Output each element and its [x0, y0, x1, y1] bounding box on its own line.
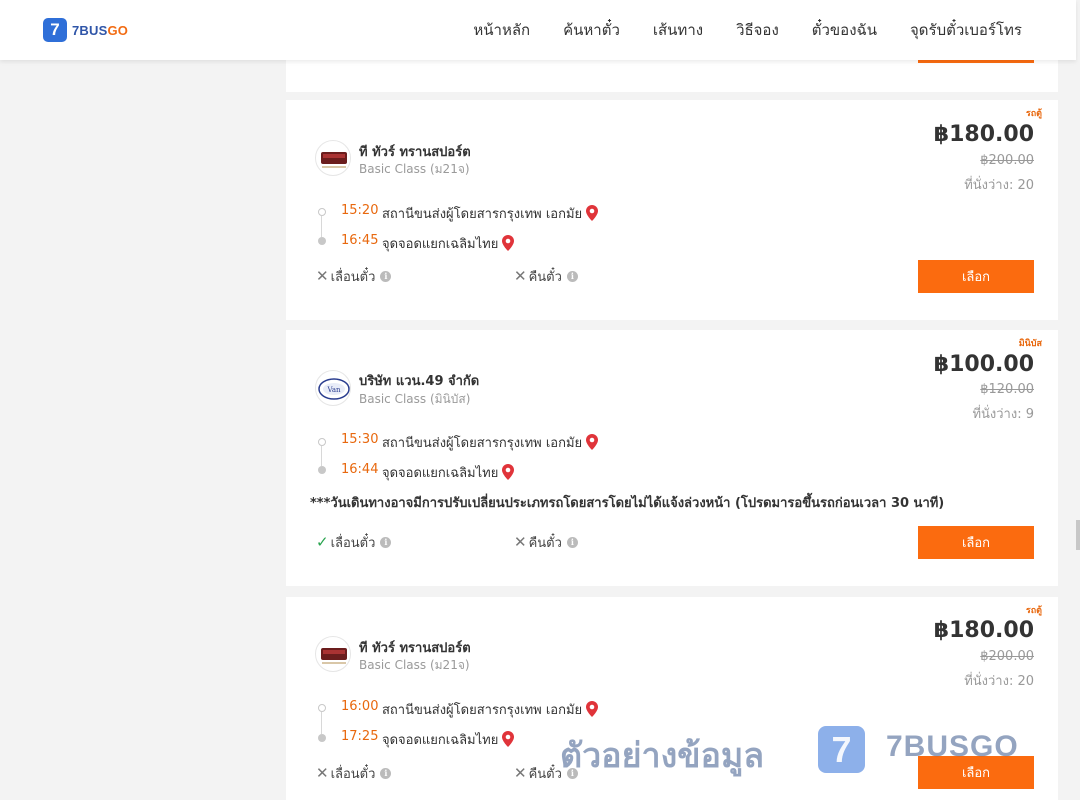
info-icon[interactable]: i [380, 768, 392, 779]
arrival-time: 16:45 [341, 233, 379, 248]
nav-routes[interactable]: เส้นทาง [653, 18, 703, 42]
map-pin-icon[interactable] [586, 205, 599, 221]
logo-mark: 7 [43, 18, 67, 42]
operator-name: บริษัท แวน.49 จำกัด [359, 374, 480, 389]
info-icon[interactable]: i [380, 537, 392, 548]
trip-card: มินิบัส Van บริษัท แวน.49 จำกัด Basic Cl… [286, 330, 1058, 586]
cross-icon: ✕ [514, 533, 527, 551]
operator-class: Basic Class (มินิบัส) [359, 392, 471, 406]
cross-icon: ✕ [316, 764, 329, 782]
refund-policy: ✕ คืนตั๋ว i [514, 532, 578, 553]
logo-text: 7BUSGO [72, 22, 129, 38]
map-pin-icon[interactable] [586, 701, 599, 717]
trip-price: ฿100.00 [933, 352, 1034, 377]
departure-time: 15:20 [341, 203, 379, 218]
map-pin-icon[interactable] [502, 235, 515, 251]
map-pin-icon[interactable] [502, 731, 515, 747]
nav-search-tickets[interactable]: ค้นหาตั๋ว [563, 18, 620, 42]
vehicle-type-badge: รถตู้ [1025, 606, 1042, 616]
arrival-dot [318, 734, 326, 742]
trip-card-previous [286, 60, 1058, 92]
select-button[interactable]: เลือก [918, 756, 1034, 789]
cross-icon: ✕ [316, 267, 329, 285]
arrival-dot [318, 237, 326, 245]
cross-icon: ✕ [514, 764, 527, 782]
arrival-time: 16:44 [341, 462, 379, 477]
original-price: ฿200.00 [980, 649, 1034, 664]
trip-price: ฿180.00 [933, 618, 1034, 643]
seats-available: ที่นั่งว่าง: 9 [972, 407, 1034, 422]
departure-dot [318, 438, 326, 446]
operator-logo [315, 140, 351, 176]
top-header: 7 7BUSGO หน้าหลัก ค้นหาตั๋ว เส้นทาง วิธี… [0, 0, 1076, 60]
info-icon[interactable]: i [566, 537, 578, 548]
svg-text:Van: Van [326, 386, 341, 394]
info-icon[interactable]: i [566, 271, 578, 282]
select-button-partial[interactable] [918, 60, 1034, 63]
nav-my-tickets[interactable]: ตั๋วของฉัน [812, 18, 877, 42]
seats-available: ที่นั่งว่าง: 20 [964, 178, 1034, 193]
trip-notice: ***วันเดินทางอาจมีการปรับเปลี่ยนประเภทรถ… [310, 496, 945, 511]
arrival-stop[interactable]: จุดจอดแยกเฉลิมไทย [382, 233, 515, 254]
departure-time: 16:00 [341, 699, 379, 714]
seats-available: ที่นั่งว่าง: 20 [964, 674, 1034, 689]
change-ticket-policy: ✕ เลื่อนตั๋ว i [316, 266, 392, 287]
operator-name: ที ทัวร์ ทรานสปอร์ต [359, 641, 471, 656]
page-scrollbar[interactable] [1076, 0, 1080, 800]
nav-ticket-pickup-contacts[interactable]: จุดรับตั๋วเบอร์โทร [910, 18, 1022, 42]
map-pin-icon[interactable] [502, 464, 515, 480]
info-icon[interactable]: i [566, 768, 578, 779]
operator-name: ที ทัวร์ ทรานสปอร์ต [359, 145, 471, 160]
arrival-dot [318, 466, 326, 474]
departure-stop[interactable]: สถานีขนส่งผู้โดยสารกรุงเทพ เอกมัย [382, 432, 599, 453]
select-button[interactable]: เลือก [918, 260, 1034, 293]
timeline-line [321, 712, 322, 734]
operator-logo: Van [315, 370, 351, 406]
original-price: ฿200.00 [980, 153, 1034, 168]
cross-icon: ✕ [514, 267, 527, 285]
nav-how-to-book[interactable]: วิธีจอง [736, 18, 779, 42]
scrollbar-thumb[interactable] [1076, 520, 1080, 550]
original-price: ฿120.00 [980, 382, 1034, 397]
departure-dot [318, 208, 326, 216]
arrival-stop[interactable]: จุดจอดแยกเฉลิมไทย [382, 729, 515, 750]
refund-policy: ✕ คืนตั๋ว i [514, 266, 578, 287]
vehicle-type-badge: รถตู้ [1025, 109, 1042, 119]
site-logo[interactable]: 7 7BUSGO [43, 18, 128, 42]
map-pin-icon[interactable] [586, 434, 599, 450]
operator-class: Basic Class (ม21จ) [359, 162, 470, 176]
trip-card: รถตู้ ที ทัวร์ ทรานสปอร์ต Basic Class (ม… [286, 100, 1058, 320]
timeline-line [321, 446, 322, 466]
vehicle-type-badge: มินิบัส [1018, 339, 1042, 349]
trip-price: ฿180.00 [933, 122, 1034, 147]
departure-stop[interactable]: สถานีขนส่งผู้โดยสารกรุงเทพ เอกมัย [382, 203, 599, 224]
operator-logo [315, 636, 351, 672]
change-ticket-policy: ✓ เลื่อนตั๋ว i [316, 532, 392, 553]
check-icon: ✓ [316, 533, 329, 551]
departure-time: 15:30 [341, 432, 379, 447]
arrival-stop[interactable]: จุดจอดแยกเฉลิมไทย [382, 462, 515, 483]
departure-stop[interactable]: สถานีขนส่งผู้โดยสารกรุงเทพ เอกมัย [382, 699, 599, 720]
departure-dot [318, 704, 326, 712]
change-ticket-policy: ✕ เลื่อนตั๋ว i [316, 763, 392, 784]
arrival-time: 17:25 [341, 729, 379, 744]
refund-policy: ✕ คืนตั๋ว i [514, 763, 578, 784]
info-icon[interactable]: i [380, 271, 392, 282]
operator-class: Basic Class (ม21จ) [359, 658, 470, 672]
nav-home[interactable]: หน้าหลัก [473, 18, 530, 42]
trip-card: รถตู้ ที ทัวร์ ทรานสปอร์ต Basic Class (ม… [286, 597, 1058, 800]
timeline-line [321, 216, 322, 237]
select-button[interactable]: เลือก [918, 526, 1034, 559]
main-nav: หน้าหลัก ค้นหาตั๋ว เส้นทาง วิธีจอง ตั๋วข… [440, 0, 1022, 60]
